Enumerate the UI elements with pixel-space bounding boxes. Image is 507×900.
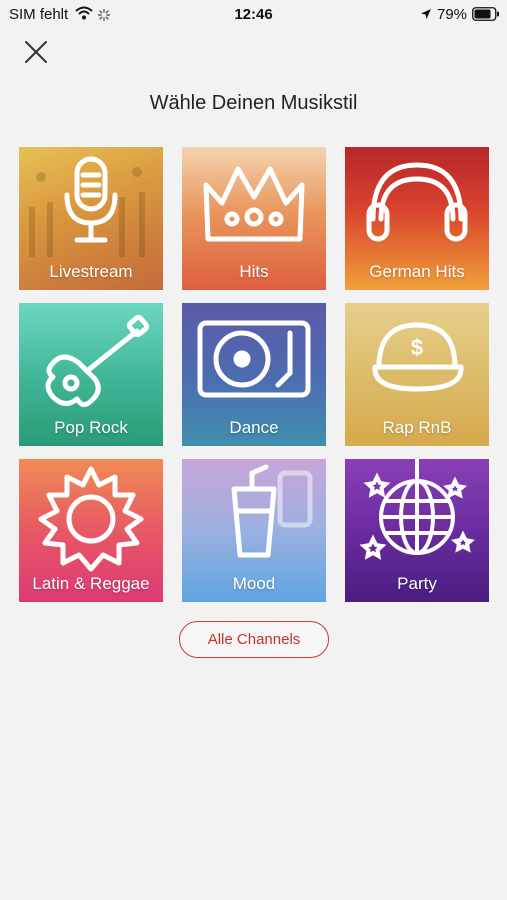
page-title: Wähle Deinen Musikstil [149,92,358,114]
all-channels-button[interactable]: Alle Channels [179,621,329,658]
genre-tile-party[interactable]: Party [345,459,489,602]
status-bar: SIM fehlt 12:46 79% [0,0,507,30]
svg-text:$: $ [411,335,423,360]
genre-tile-livestream[interactable]: Livestream [19,147,163,290]
genre-label: Livestream [49,262,133,281]
genre-label: Latin & Reggae [32,574,150,593]
genre-label: Rap RnB [382,418,452,437]
close-icon [25,41,47,63]
genre-label: Mood [232,574,276,593]
genre-tile-mood[interactable]: Mood [182,459,326,602]
genre-tile-german-hits[interactable]: German Hits [345,147,489,290]
genre-label: Party [397,574,437,593]
location-arrow-icon [420,7,432,24]
genre-label: Hits [239,262,269,281]
genre-grid: Livestream Hits German Hits Pop Rock Dan… [19,147,489,603]
genre-label: German Hits [369,262,465,281]
genre-tile-dance[interactable]: Dance [182,303,326,446]
genre-tile-latin-reggae[interactable]: Latin & Reggae [19,459,163,602]
close-button[interactable] [20,36,52,68]
genre-tile-pop-rock[interactable]: Pop Rock [19,303,163,446]
genre-tile-rap-rnb[interactable]: $ Rap RnB [345,303,489,446]
battery-percentage: 79% [437,6,468,23]
genre-tile-hits[interactable]: Hits [182,147,326,290]
genre-label: Dance [229,418,279,437]
battery-icon [472,7,500,25]
genre-label: Pop Rock [54,418,128,437]
